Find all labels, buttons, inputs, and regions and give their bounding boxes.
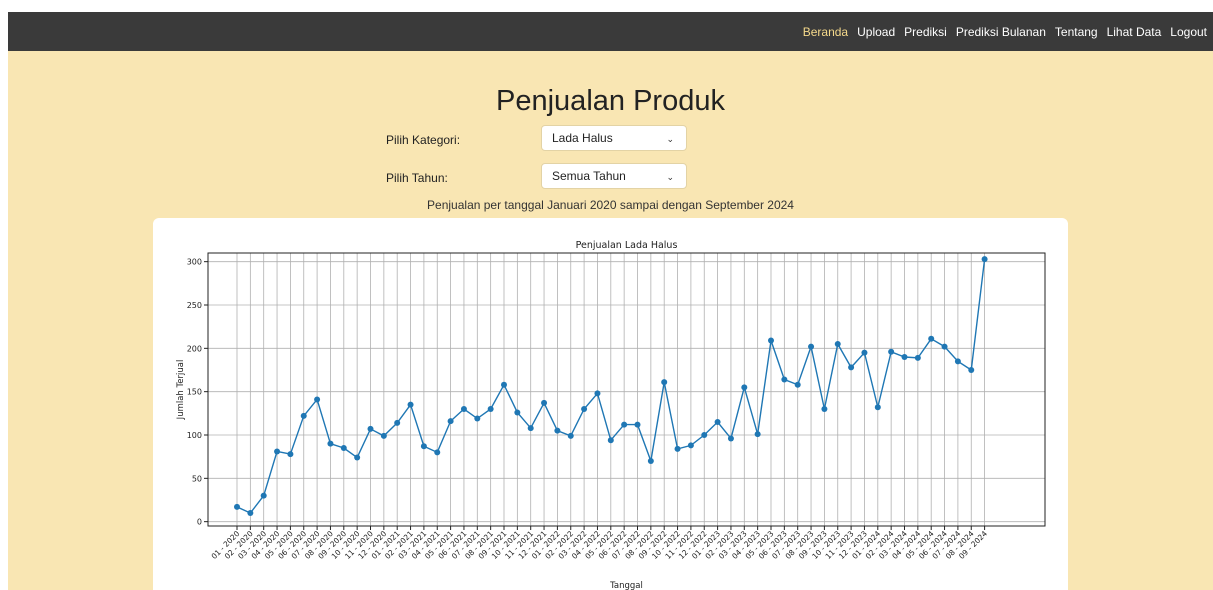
data-point bbox=[527, 425, 534, 432]
data-point bbox=[407, 401, 414, 408]
nav-lihat-data[interactable]: Lihat Data bbox=[1107, 25, 1162, 39]
period-description: Penjualan per tanggal Januari 2020 sampa… bbox=[427, 198, 794, 212]
data-point bbox=[888, 348, 895, 355]
y-tick-label: 100 bbox=[187, 431, 202, 440]
page-title: Penjualan Produk bbox=[496, 85, 725, 117]
nav-beranda[interactable]: Beranda bbox=[803, 25, 848, 39]
data-point bbox=[380, 432, 387, 439]
chart-card: 0 50 100 150 200 250 300 01 - 2020 02 - 2020 03 -… bbox=[153, 218, 1068, 590]
x-axis-label: Tanggal bbox=[609, 581, 643, 590]
data-point bbox=[861, 349, 868, 356]
category-label: Pilih Kategori: bbox=[386, 133, 461, 147]
sales-line-chart: 05010015020025030001 - 202002 - 202003 -… bbox=[176, 240, 1046, 590]
data-point bbox=[567, 432, 574, 439]
data-point bbox=[901, 354, 908, 360]
data-point bbox=[821, 406, 828, 412]
data-point bbox=[434, 449, 441, 456]
nav-tentang[interactable]: Tentang bbox=[1055, 25, 1098, 39]
year-select-value: Semua Tahun bbox=[552, 169, 626, 183]
data-point bbox=[808, 343, 815, 350]
data-point bbox=[621, 421, 628, 428]
data-point bbox=[287, 451, 294, 458]
data-point bbox=[928, 335, 935, 342]
data-point bbox=[247, 510, 254, 516]
data-point bbox=[607, 437, 614, 444]
data-point bbox=[687, 442, 694, 449]
plot-frame bbox=[207, 252, 1046, 527]
y-tick-label: 0 bbox=[197, 518, 202, 527]
data-point bbox=[968, 367, 975, 373]
y-axis-label: Jumlah Terjual bbox=[176, 360, 186, 421]
data-point bbox=[727, 435, 734, 442]
year-select[interactable]: Semua Tahun ⌄ bbox=[541, 163, 687, 189]
data-point bbox=[420, 443, 427, 450]
y-tick-label: 300 bbox=[187, 258, 202, 267]
data-point bbox=[981, 256, 988, 263]
year-label: Pilih Tahun: bbox=[386, 171, 448, 185]
data-point bbox=[260, 492, 267, 499]
category-select-value: Lada Halus bbox=[552, 131, 613, 145]
page-background: Beranda Upload Prediksi Prediksi Bulanan… bbox=[8, 12, 1213, 590]
data-point bbox=[340, 445, 347, 451]
data-point bbox=[768, 337, 774, 344]
data-point bbox=[394, 419, 401, 426]
data-point bbox=[781, 376, 788, 383]
nav-prediksi[interactable]: Prediksi bbox=[904, 25, 947, 39]
data-point bbox=[594, 390, 601, 397]
data-point bbox=[634, 421, 641, 428]
data-point bbox=[300, 412, 307, 419]
data-point bbox=[327, 440, 334, 447]
data-point bbox=[661, 379, 668, 386]
nav-logout[interactable]: Logout bbox=[1170, 25, 1207, 39]
data-point bbox=[367, 425, 374, 432]
y-tick-label: 200 bbox=[187, 344, 202, 353]
data-point bbox=[874, 404, 881, 411]
data-point bbox=[501, 381, 507, 388]
data-point bbox=[794, 381, 801, 388]
data-point bbox=[447, 418, 454, 425]
data-point bbox=[487, 406, 494, 412]
nav-prediksi-bulanan[interactable]: Prediksi Bulanan bbox=[956, 25, 1046, 39]
top-navbar: Beranda Upload Prediksi Prediksi Bulanan… bbox=[8, 12, 1213, 51]
data-point bbox=[460, 406, 467, 412]
data-point bbox=[274, 448, 281, 455]
data-point bbox=[514, 409, 521, 416]
chart-title: Penjualan Lada Halus bbox=[576, 240, 678, 251]
data-point bbox=[701, 432, 708, 438]
category-select[interactable]: Lada Halus ⌄ bbox=[541, 125, 687, 151]
data-point bbox=[754, 431, 761, 438]
data-point bbox=[741, 384, 748, 391]
y-tick-label: 250 bbox=[187, 301, 202, 310]
data-point bbox=[354, 454, 361, 461]
data-point bbox=[541, 399, 548, 406]
data-point bbox=[554, 427, 561, 434]
data-point bbox=[714, 419, 721, 425]
data-point bbox=[848, 364, 855, 371]
data-point bbox=[674, 445, 681, 452]
chevron-down-icon: ⌄ bbox=[666, 172, 674, 182]
chevron-down-icon: ⌄ bbox=[666, 134, 674, 144]
data-point bbox=[834, 341, 841, 347]
data-point bbox=[314, 396, 321, 403]
data-point bbox=[474, 415, 481, 422]
data-point bbox=[941, 343, 948, 350]
data-point bbox=[234, 503, 240, 510]
y-tick-label: 150 bbox=[187, 388, 202, 397]
data-point bbox=[647, 458, 654, 464]
nav-upload[interactable]: Upload bbox=[857, 25, 895, 39]
data-point bbox=[954, 358, 961, 365]
y-tick-label: 50 bbox=[192, 474, 202, 483]
data-point bbox=[914, 354, 921, 361]
data-point bbox=[581, 406, 588, 412]
